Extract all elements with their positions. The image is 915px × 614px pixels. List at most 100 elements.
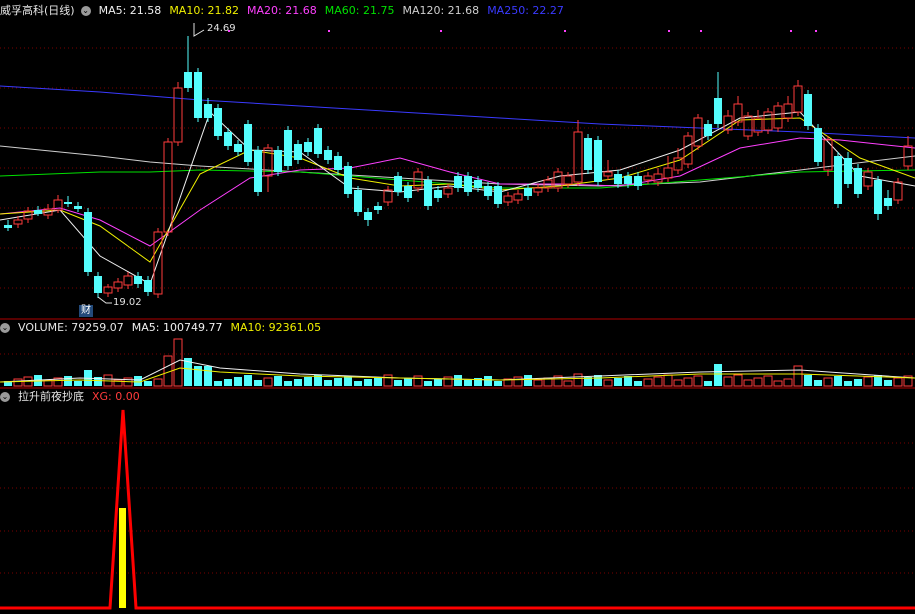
candle-body (854, 168, 862, 194)
volume-bar (743, 379, 753, 387)
candlestick-series (4, 36, 913, 298)
marker-dot (815, 30, 817, 32)
volume-bar (893, 377, 903, 387)
candle-body (4, 225, 12, 228)
marker-dot (790, 30, 792, 32)
volume-bar (324, 380, 332, 386)
candle-body (503, 195, 513, 203)
volume-bar (334, 378, 342, 386)
candle-body (294, 144, 302, 160)
candle-body (394, 176, 402, 192)
volume-bar (773, 380, 783, 387)
volume-bar (294, 379, 302, 386)
volume-bar (394, 380, 402, 386)
volume-bar (714, 364, 722, 386)
candle-body (254, 150, 262, 192)
volume-bar (284, 381, 292, 386)
ma5-value: MA5: 21.58 (98, 4, 162, 17)
volume-bar (244, 375, 252, 386)
grid-lines (0, 47, 915, 574)
candle-body (284, 130, 292, 166)
candle-body (184, 72, 192, 88)
event-badge[interactable]: 财 (79, 305, 93, 317)
xg-value: XG: 0.00 (92, 390, 140, 403)
candle-body (163, 141, 173, 233)
ma60-value: MA60: 21.75 (324, 4, 395, 17)
volume-bar (383, 374, 393, 387)
candle-body (383, 189, 393, 203)
volume-bar (254, 380, 262, 386)
volume-ma10-value: MA10: 92361.05 (230, 321, 322, 334)
volume-bar (533, 379, 543, 387)
candle-body (224, 132, 232, 146)
volume-bar (354, 381, 362, 386)
volume-bar (304, 377, 312, 386)
volume-bar (263, 377, 273, 387)
candle-body (234, 144, 242, 152)
candle-body (474, 180, 482, 188)
candle-body (533, 187, 543, 193)
candle-body (144, 280, 152, 292)
volume-bar (274, 376, 282, 386)
collapse-toggle-icon[interactable]: ⌄ (0, 323, 10, 333)
candle-body (814, 128, 822, 162)
candle-body (743, 115, 753, 137)
high-price-label: 24.69 (207, 23, 236, 34)
volume-bar (144, 381, 152, 386)
low-price-label: 19.02 (113, 297, 142, 308)
volume-bar (624, 376, 632, 386)
candle-body (893, 181, 903, 201)
candle-body (494, 186, 502, 204)
candle-body (834, 156, 842, 204)
volume-bar (364, 379, 372, 386)
volume-pane-header: ⌄ VOLUME: 79259.07 MA5: 100749.77 MA10: … (0, 320, 329, 336)
indicator-name: 拉升前夜抄底 (18, 390, 84, 403)
low-arrow (97, 296, 112, 304)
volume-bar (484, 376, 492, 386)
marker-dot (328, 30, 330, 32)
marker-dot (668, 30, 670, 32)
volume-bar (563, 380, 573, 387)
volume-bar (74, 381, 82, 386)
volume-bar (854, 379, 862, 386)
volume-bar (753, 377, 763, 387)
volume-bar (443, 376, 453, 387)
candle-body (34, 210, 42, 214)
ma120-value: MA120: 21.68 (402, 4, 480, 17)
volume-bar (844, 381, 852, 386)
candle-body (304, 142, 312, 152)
candle-body (13, 219, 23, 225)
volume-bar (733, 374, 743, 387)
candle-body (683, 135, 693, 165)
volume-bar (64, 376, 72, 386)
candle-body (134, 276, 142, 284)
candle-body (424, 180, 432, 206)
volume-bar (643, 378, 653, 387)
collapse-toggle-icon[interactable]: ⌄ (0, 392, 10, 402)
candle-body (204, 104, 212, 118)
collapse-toggle-icon[interactable]: ⌄ (80, 6, 91, 16)
candle-body (84, 212, 92, 272)
candle-body (524, 188, 532, 196)
candle-body (434, 190, 442, 198)
candle-body (314, 128, 322, 154)
volume-bar (13, 378, 23, 387)
candle-body (94, 276, 102, 293)
candle-body (563, 175, 573, 185)
volume-bar (454, 375, 462, 386)
candle-body (374, 206, 382, 210)
candle-body (714, 98, 722, 124)
candle-body (334, 156, 342, 170)
volume-ma5-value: MA5: 100749.77 (131, 321, 223, 334)
candle-body (123, 275, 133, 286)
candle-body (344, 166, 352, 194)
candle-body (64, 202, 72, 204)
main-pane-header: 威孚高科(日线) ⌄ MA5: 21.58 MA10: 21.82 MA20: … (0, 3, 572, 19)
ma10-value: MA10: 21.82 (169, 4, 240, 17)
candle-body (464, 176, 472, 192)
candle-body (443, 187, 453, 195)
high-arrow (193, 23, 205, 37)
candle-body (194, 72, 202, 118)
candle-body (704, 124, 712, 136)
volume-bar (673, 379, 683, 387)
